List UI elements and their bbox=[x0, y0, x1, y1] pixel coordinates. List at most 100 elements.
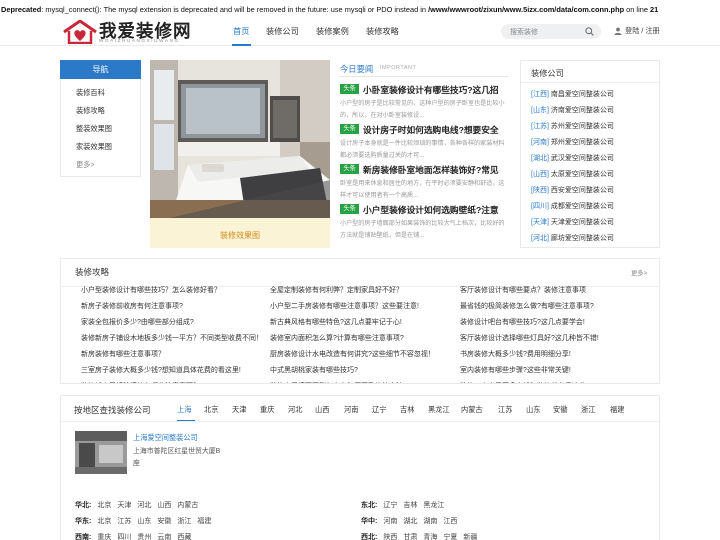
company-row[interactable]: [河南] 郑州爱空间整装公司 bbox=[531, 137, 614, 147]
strategy-article-link[interactable]: 全屋定制装修有何利弊？定制家具好不好？ bbox=[270, 285, 448, 295]
sidebar-item-home-design[interactable]: 家装效果图 bbox=[76, 142, 112, 152]
company-row[interactable]: [山东] 济南爱空间整装公司 bbox=[531, 105, 614, 115]
logo-subtext: WOAIZHUANGXIUWANG bbox=[99, 38, 180, 43]
region-place-link[interactable]: 陕西 bbox=[383, 534, 397, 540]
area-tab[interactable]: 重庆 bbox=[260, 405, 274, 415]
login-register-link[interactable]: 登陆 / 注册 bbox=[625, 26, 660, 36]
company-row[interactable]: [江西] 南昌爱空间整装公司 bbox=[531, 89, 614, 99]
strategy-article-link[interactable]: 装修房子墙面开裂怎么办？原因及修补方法 bbox=[270, 381, 448, 383]
area-tab[interactable]: 浙江 bbox=[581, 405, 595, 415]
region-place-link[interactable]: 湖北 bbox=[403, 518, 417, 525]
region-place-link[interactable]: 江苏 bbox=[117, 518, 131, 525]
region-place-link[interactable]: 贵州 bbox=[137, 534, 151, 540]
sidebar-item-whole-house[interactable]: 整装效果图 bbox=[76, 124, 112, 134]
site-logo[interactable]: 我爱装修网 WOAIZHUANGXIUWANG bbox=[63, 18, 198, 46]
region-place-link[interactable]: 江西 bbox=[443, 518, 457, 525]
region-place-link[interactable]: 内蒙古 bbox=[177, 502, 198, 509]
area-company-name[interactable]: 上海爱空间整装公司 bbox=[133, 433, 198, 443]
region-place-link[interactable]: 河北 bbox=[137, 502, 151, 509]
region-place-link[interactable]: 黑龙江 bbox=[423, 502, 444, 509]
strategy-article-link[interactable]: 客厅装修设计有哪些要点？装修注意事项 bbox=[460, 285, 638, 295]
region-place-link[interactable]: 河南 bbox=[383, 518, 397, 525]
strategy-article-link[interactable]: 新房子装修前收房有何注意事项? bbox=[81, 301, 259, 311]
area-tab[interactable]: 江苏 bbox=[498, 405, 512, 415]
area-tab[interactable]: 山东 bbox=[526, 405, 540, 415]
company-row[interactable]: [山西] 太原爱空间整装公司 bbox=[531, 169, 614, 179]
sidebar-item-more[interactable]: 更多> bbox=[76, 160, 95, 170]
region-place-link[interactable]: 山东 bbox=[137, 518, 151, 525]
search-icon[interactable] bbox=[585, 27, 594, 36]
region-place-link[interactable]: 辽宁 bbox=[383, 502, 397, 509]
search-box[interactable]: 搜索装修 bbox=[501, 24, 601, 39]
area-tab[interactable]: 内蒙古 bbox=[461, 405, 483, 415]
strategy-article-link[interactable]: 书房装修大概多少钱?费用明细分享! bbox=[460, 349, 638, 359]
news-title[interactable]: 新房装修卧室地面怎样装饰好?常见 bbox=[363, 163, 510, 176]
strategy-article-link[interactable]: 新房装修有哪些注意事项？ bbox=[81, 349, 259, 359]
strategy-article-link[interactable]: 小户型装修设计有哪些技巧？怎么装修好看？ bbox=[81, 285, 259, 295]
area-tab[interactable]: 山西 bbox=[315, 405, 329, 415]
featured-bedroom-image[interactable] bbox=[150, 60, 330, 218]
area-tab[interactable]: 河北 bbox=[288, 405, 302, 415]
region-place-link[interactable]: 北京 bbox=[97, 502, 111, 509]
strategy-article-link[interactable]: 小户型二手房装修有哪些注意事项？这些要注意! bbox=[270, 301, 448, 311]
company-row[interactable]: [天津] 天津爱空间整装公司 bbox=[531, 217, 614, 227]
strategy-article-link[interactable]: 装修新房子铺设木地板多少钱一平方？不同类型收费不同！ bbox=[81, 333, 259, 343]
region-place-link[interactable]: 宁夏 bbox=[443, 534, 457, 540]
strategy-article-link[interactable]: 最省钱的极简装修怎么做?有哪些注意事项? bbox=[460, 301, 638, 311]
nav-strategy[interactable]: 装修攻略 bbox=[366, 25, 399, 37]
area-tab[interactable]: 吉林 bbox=[400, 405, 414, 415]
company-row[interactable]: [江苏] 苏州爱空间整装公司 bbox=[531, 121, 614, 131]
region-place-link[interactable]: 青海 bbox=[423, 534, 437, 540]
nav-companies[interactable]: 装修公司 bbox=[266, 25, 299, 37]
company-row[interactable]: [陕西] 西安爱空间整装公司 bbox=[531, 185, 614, 195]
region-place-link[interactable]: 山西 bbox=[157, 502, 171, 509]
area-tab[interactable]: 上海 bbox=[177, 405, 191, 415]
strategy-article-link[interactable]: 室内装修有哪些步骤?这些非常关键! bbox=[460, 365, 638, 375]
area-tab[interactable]: 安徽 bbox=[553, 405, 567, 415]
region-place-link[interactable]: 重庆 bbox=[97, 534, 111, 540]
strategy-article-link[interactable]: 厨房装修设计水电改造有何讲究?这些细节不容忽视！ bbox=[270, 349, 448, 359]
nav-cases[interactable]: 装修案例 bbox=[316, 25, 349, 37]
sidebar-item-encyclopedia[interactable]: 装修百科 bbox=[76, 88, 105, 98]
area-tab[interactable]: 福建 bbox=[610, 405, 624, 415]
region-place-link[interactable]: 福建 bbox=[197, 518, 211, 525]
company-row[interactable]: [四川] 成都爱空间整装公司 bbox=[531, 201, 614, 211]
region-label: 华中: bbox=[361, 518, 378, 525]
strategy-article-link[interactable]: 客厅装修设计选择哪些灯具好?这几种皆不错! bbox=[460, 333, 638, 343]
strategy-article-link[interactable]: 装修一套房子要多少钱？装修前必看这些 bbox=[460, 381, 638, 383]
strategy-article-link[interactable]: 新古典风格有哪些特色?这几点要牢记于心! bbox=[270, 317, 448, 327]
company-row[interactable]: [河北] 廊坊爱空间整装公司 bbox=[531, 233, 614, 243]
strategy-more-link[interactable]: 更多> bbox=[631, 268, 647, 277]
region-place-link[interactable]: 新疆 bbox=[463, 534, 477, 540]
search-input[interactable]: 搜索装修 bbox=[510, 27, 538, 37]
strategy-article-link[interactable]: 三室房子装修大概多少钱?想知道具体花费的看这里! bbox=[81, 365, 259, 375]
region-place-link[interactable]: 湖南 bbox=[423, 518, 437, 525]
nav-home[interactable]: 首页 bbox=[233, 25, 249, 37]
news-title[interactable]: 设计房子时如何选购电线?想要安全 bbox=[363, 123, 510, 136]
area-tab[interactable]: 天津 bbox=[232, 405, 246, 415]
area-tab[interactable]: 河南 bbox=[344, 405, 358, 415]
region-place-link[interactable]: 北京 bbox=[97, 518, 111, 525]
strategy-article-link[interactable]: 装修新房子拆除墙体有哪些注意事项？ bbox=[81, 381, 259, 383]
region-place-link[interactable]: 西藏 bbox=[177, 534, 191, 540]
featured-caption[interactable]: 装修效果图 bbox=[150, 218, 330, 248]
strategy-article-link[interactable]: 装修设计吧台有哪些技巧?这几点要学会! bbox=[460, 317, 638, 327]
region-place-link[interactable]: 安徽 bbox=[157, 518, 171, 525]
sidebar-item-strategy[interactable]: 装修攻略 bbox=[76, 106, 105, 116]
news-title[interactable]: 小卧室装修设计有哪些技巧?这几招 bbox=[363, 83, 510, 96]
news-title[interactable]: 小户型装修设计如何选购壁纸?注意 bbox=[363, 203, 510, 216]
area-tab[interactable]: 黑龙江 bbox=[428, 405, 450, 415]
company-thumbnail[interactable] bbox=[75, 431, 127, 474]
area-tab[interactable]: 北京 bbox=[204, 405, 218, 415]
region-place-link[interactable]: 天津 bbox=[117, 502, 131, 509]
area-tab[interactable]: 辽宁 bbox=[372, 405, 386, 415]
strategy-article-link[interactable]: 家装全包报价多少?由哪些部分组成? bbox=[81, 317, 259, 327]
region-place-link[interactable]: 浙江 bbox=[177, 518, 191, 525]
company-row[interactable]: [湖北] 武汉爱空间整装公司 bbox=[531, 153, 614, 163]
strategy-article-link[interactable]: 装修室内面积怎么算?计算有哪些注意事项? bbox=[270, 333, 448, 343]
region-place-link[interactable]: 四川 bbox=[117, 534, 131, 540]
strategy-article-link[interactable]: 中式黑胡桃家装有哪些技巧? bbox=[270, 365, 448, 375]
region-place-link[interactable]: 吉林 bbox=[403, 502, 417, 509]
region-place-link[interactable]: 云南 bbox=[157, 534, 171, 540]
region-place-link[interactable]: 甘肃 bbox=[403, 534, 417, 540]
